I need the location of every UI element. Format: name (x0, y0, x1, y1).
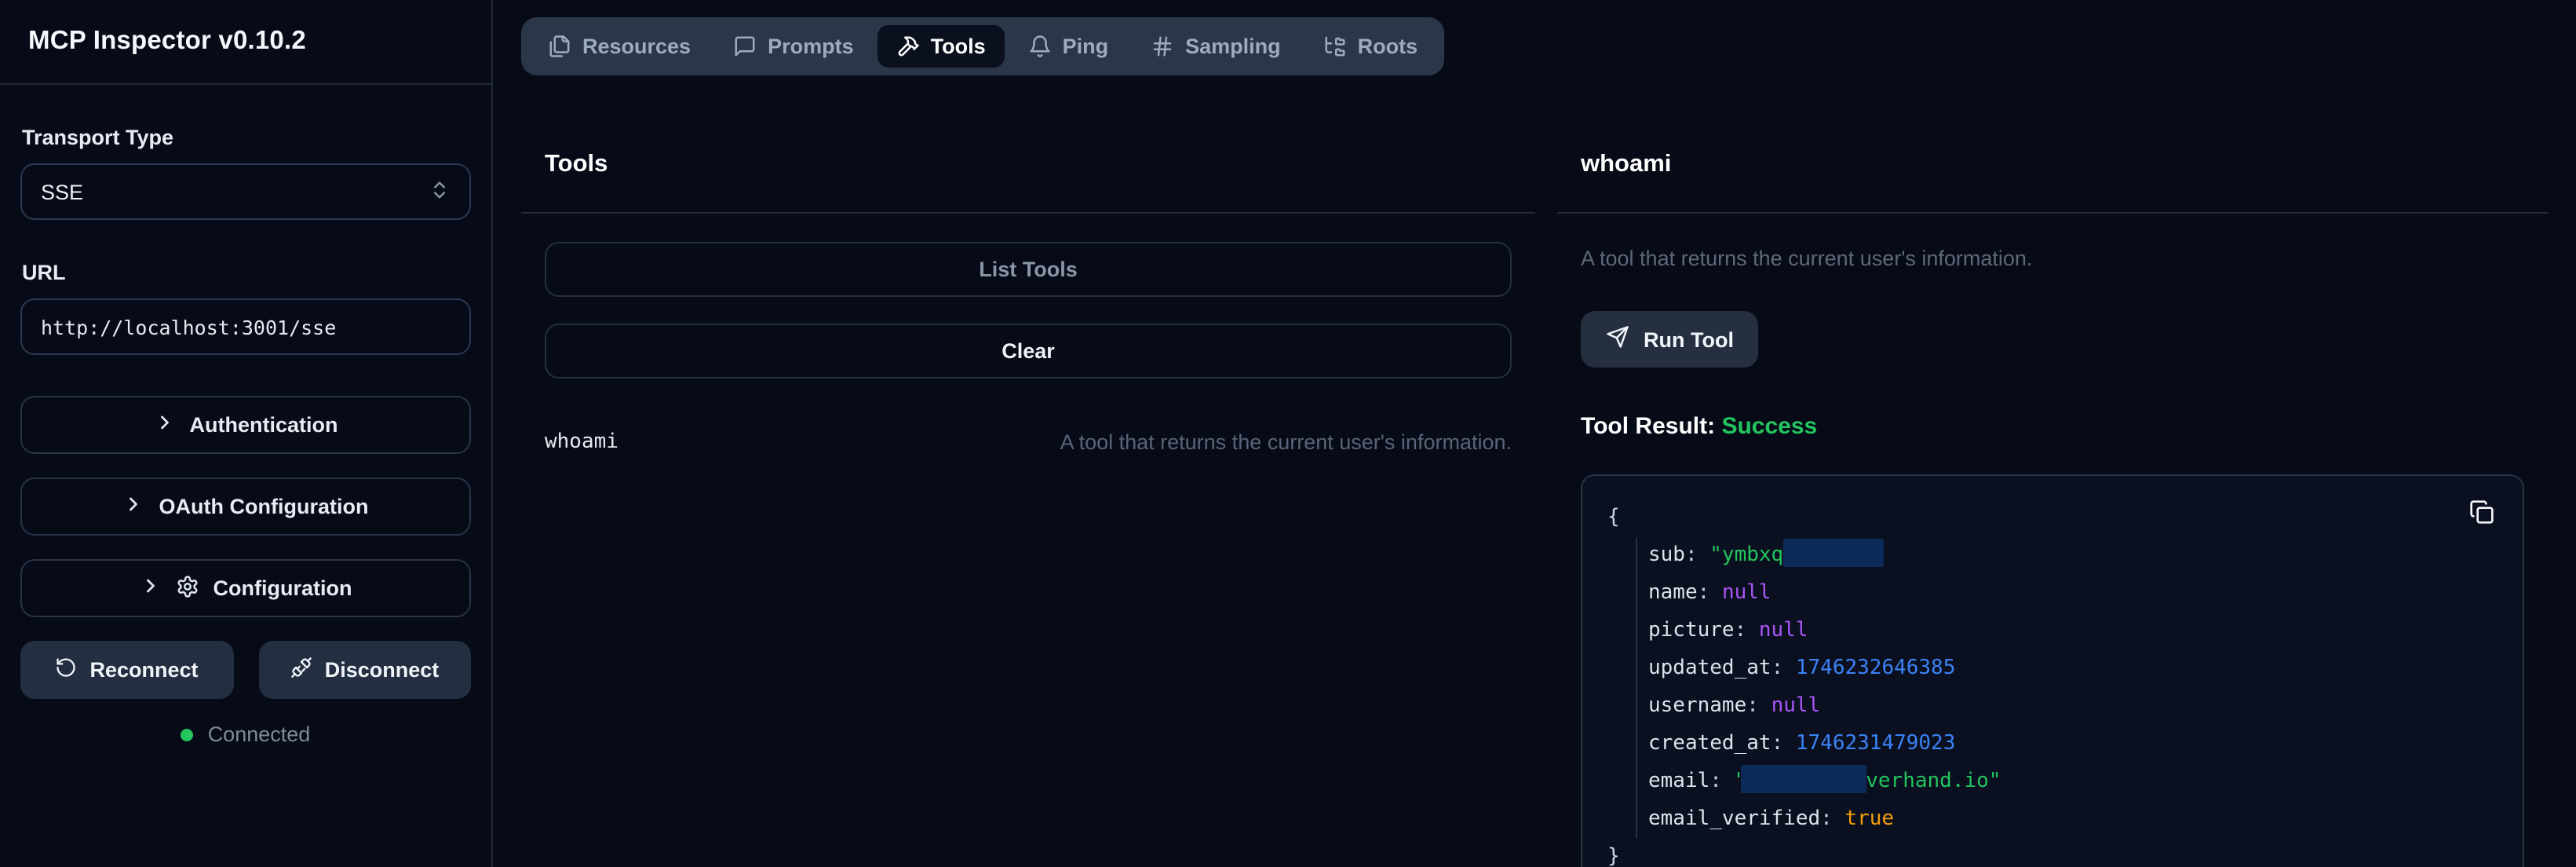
divider (1557, 212, 2548, 214)
tab-label: Roots (1358, 35, 1418, 58)
run-tool-button[interactable]: Run Tool (1581, 311, 1759, 368)
code-line: username: null (1607, 688, 2498, 726)
tool-detail-title: whoami (1581, 151, 2524, 179)
authentication-label: Authentication (190, 413, 338, 437)
connection-status: Connected (20, 722, 471, 746)
tab-resources[interactable]: Resources (529, 25, 710, 68)
tool-row-whoami[interactable]: whoami A tool that returns the current us… (545, 430, 1512, 454)
chevron-right-icon (140, 575, 162, 602)
tab-tools[interactable]: Tools (878, 25, 1005, 68)
code-line: { (1607, 499, 2498, 537)
transport-type-select[interactable]: SSE (20, 163, 471, 220)
app-title: MCP Inspector v0.10.2 (28, 27, 306, 57)
clear-button[interactable]: Clear (545, 324, 1512, 379)
disconnect-label: Disconnect (325, 658, 440, 682)
tool-result-status-value: Success (1721, 413, 1817, 440)
code-line: updated_at: 1746232646385 (1607, 650, 2498, 688)
rotate-ccw-icon (55, 657, 77, 683)
chevrons-up-down-icon (429, 178, 451, 205)
tab-label: Ping (1063, 35, 1109, 58)
code-line: sub: "ymbxqc (1607, 537, 2498, 575)
authentication-expander[interactable]: Authentication (20, 396, 471, 454)
tool-result-line: Tool Result: Success (1581, 413, 2524, 440)
url-input[interactable] (20, 298, 471, 355)
disconnect-button[interactable]: Disconnect (258, 641, 471, 699)
redaction-box (1740, 765, 1866, 793)
hammer-icon (896, 35, 920, 58)
main-area: Resources Prompts Tools Ping Sampling Roots T… (493, 0, 2576, 867)
code-line: picture: null (1607, 613, 2498, 650)
reconnect-button[interactable]: Reconnect (20, 641, 233, 699)
divider (521, 212, 1535, 214)
tab-prompts[interactable]: Prompts (714, 25, 873, 68)
tab-label: Tools (931, 35, 986, 58)
tool-detail-description: A tool that returns the current user's i… (1581, 247, 2524, 270)
indent-guide (1636, 537, 1637, 839)
tab-ping[interactable]: Ping (1009, 25, 1128, 68)
folder-tree-icon (1323, 35, 1347, 58)
redaction-box (1783, 539, 1884, 567)
connected-dot-icon (181, 728, 194, 741)
files-icon (548, 35, 571, 58)
url-label: URL (22, 261, 471, 284)
tool-result-box: {sub: "ymbxqcname: nullpicture: nullupda… (1581, 474, 2524, 867)
tools-list-panel: Tools List Tools Clear whoami A tool that… (521, 151, 1535, 867)
mcp-inspector-app: MCP Inspector v0.10.2 Transport Type SSE… (0, 0, 2576, 867)
reconnect-label: Reconnect (89, 658, 198, 682)
list-tools-button[interactable]: List Tools (545, 242, 1512, 297)
tab-label: Sampling (1185, 35, 1281, 58)
sidebar: MCP Inspector v0.10.2 Transport Type SSE… (0, 0, 493, 867)
chevron-right-icon (154, 412, 176, 438)
sidebar-header: MCP Inspector v0.10.2 (0, 0, 491, 85)
send-icon (1606, 325, 1629, 353)
tab-sampling[interactable]: Sampling (1132, 25, 1300, 68)
oauth-configuration-label: OAuth Configuration (159, 495, 369, 518)
tool-result-label: Tool Result: (1581, 413, 1715, 440)
unplug-icon (290, 657, 312, 683)
hash-icon (1151, 35, 1174, 58)
tool-list: whoami A tool that returns the current us… (545, 379, 1512, 454)
configuration-label: Configuration (213, 576, 352, 600)
chevron-right-icon (123, 493, 145, 520)
tools-panel-title: Tools (545, 151, 1512, 179)
run-tool-label: Run Tool (1644, 327, 1734, 351)
tool-description: A tool that returns the current user's i… (1060, 430, 1512, 454)
configuration-expander[interactable]: Configuration (20, 559, 471, 617)
code-line: } (1607, 839, 2498, 867)
tool-result-json: {sub: "ymbxqcname: nullpicture: nullupda… (1582, 476, 2523, 867)
code-line: email_verified: true (1607, 801, 2498, 839)
transport-type-label: Transport Type (22, 126, 471, 149)
transport-type-value: SSE (41, 180, 83, 203)
code-line: name: null (1607, 575, 2498, 613)
bell-icon (1028, 35, 1052, 58)
tool-name: whoami (545, 430, 618, 454)
connection-status-label: Connected (208, 722, 311, 746)
tab-roots[interactable]: Roots (1304, 25, 1437, 68)
tool-detail-panel: whoami A tool that returns the current u… (1557, 151, 2548, 867)
nav-tabs: Resources Prompts Tools Ping Sampling Roots (521, 17, 1444, 75)
tab-label: Resources (582, 35, 691, 58)
gear-icon (176, 574, 199, 602)
message-square-icon (733, 35, 757, 58)
tab-label: Prompts (768, 35, 854, 58)
sidebar-body: Transport Type SSE URL Authentication OA… (0, 85, 491, 746)
code-line: created_at: 1746231479023 (1607, 726, 2498, 763)
oauth-configuration-expander[interactable]: OAuth Configuration (20, 477, 471, 536)
code-line: email: "verhand.io" (1607, 763, 2498, 801)
